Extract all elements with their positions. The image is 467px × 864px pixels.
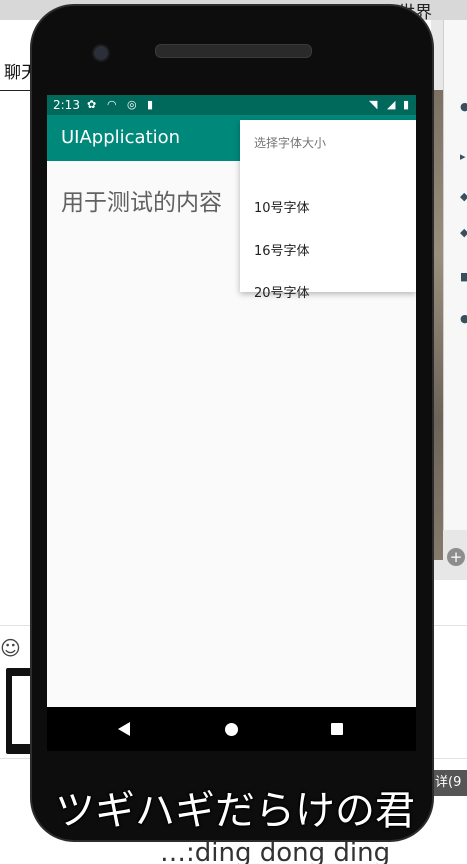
background-corner-label: 详(9 — [431, 770, 467, 796]
menu-item-10[interactable]: 10号字体 — [240, 188, 416, 230]
video-subtitle: ツギハギだらけの君 — [55, 788, 415, 834]
app-title: UIApplication — [61, 127, 181, 148]
menu-item-20[interactable]: 20号字体 — [240, 273, 416, 315]
home-circle-icon[interactable] — [225, 723, 238, 736]
settings-gear-icon: ✿ — [87, 98, 97, 111]
toolbar-icon[interactable]: ● — [460, 312, 467, 325]
toolbar-icon[interactable]: ■ — [460, 270, 467, 283]
status-time: 2:13 — [53, 98, 80, 112]
back-triangle-icon[interactable] — [118, 722, 130, 736]
signal-icon: ◢ — [387, 98, 396, 111]
wifi-icon: ◥ — [369, 98, 378, 111]
recents-square-icon[interactable] — [331, 723, 343, 735]
add-icon[interactable]: + — [447, 548, 465, 566]
navigation-bar — [47, 707, 416, 751]
smiley-icon[interactable]: ☺ — [0, 636, 21, 660]
wifi-off-icon: ◠ — [107, 98, 117, 111]
battery-icon: ▮ — [403, 98, 410, 111]
desktop-stage: 世界 聊天 ● ▸ ◆ ◆ ■ ● + ☺ 详(9 …:ding dong di… — [0, 0, 467, 864]
toolbar-icon[interactable]: ▸ — [460, 150, 467, 163]
sd-card-icon: ▮ — [147, 98, 154, 111]
status-bar: 2:13 ✿ ◠ ◎ ▮ ◥ ◢ ▮ — [47, 95, 416, 115]
content-text: 用于测试的内容 — [61, 190, 222, 216]
menu-header: 选择字体大小 — [254, 136, 327, 150]
emulator-screen: 2:13 ✿ ◠ ◎ ▮ ◥ ◢ ▮ UIApplication 用于测试的内容… — [47, 95, 416, 707]
toolbar-icon[interactable]: ◆ — [460, 190, 467, 203]
toolbar-icon[interactable]: ● — [460, 100, 467, 113]
menu-item-16[interactable]: 16号字体 — [240, 231, 416, 273]
sync-icon: ◎ — [127, 98, 137, 111]
toolbar-icon[interactable]: ◆ — [460, 226, 467, 239]
font-size-popup-menu: 选择字体大小 10号字体 16号字体 20号字体 — [240, 120, 416, 301]
camera-icon — [92, 44, 110, 62]
speaker-grille — [155, 44, 312, 58]
